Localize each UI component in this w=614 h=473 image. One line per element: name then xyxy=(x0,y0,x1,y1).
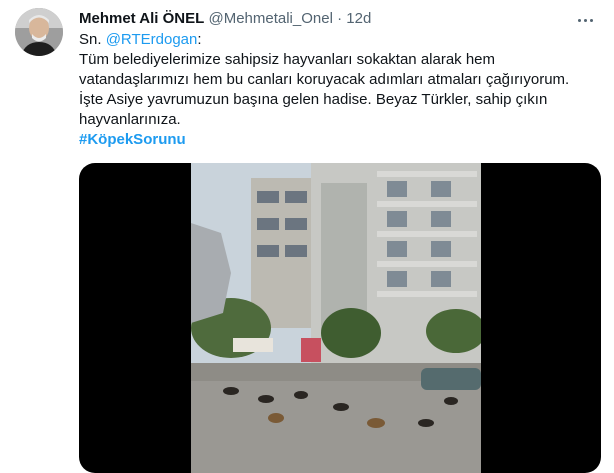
separator-dot: · xyxy=(337,10,343,27)
video-frame xyxy=(191,163,481,473)
hashtag-link[interactable]: #KöpekSorunu xyxy=(79,131,186,148)
author-handle[interactable]: @Mehmetali_Onel xyxy=(208,10,332,27)
avatar-image xyxy=(15,8,63,56)
hashtag-line: #KöpekSorunu xyxy=(79,130,599,150)
tweet-text: Sn. @RTErdogan: Tüm belediyelerimize sah… xyxy=(79,30,599,150)
tweet-header: Mehmet Ali ÖNEL @Mehmetali_Onel · 12d xyxy=(79,9,371,29)
timestamp[interactable]: 12d xyxy=(346,10,371,27)
mention-line: Sn. @RTErdogan: xyxy=(79,30,599,50)
mention-suffix: : xyxy=(197,31,202,48)
mention-link[interactable]: @RTErdogan xyxy=(106,31,198,48)
avatar[interactable] xyxy=(15,8,63,56)
more-horizontal-icon xyxy=(576,9,594,27)
text-line: İşte Asiye yavrumuzun başına gelen hadis… xyxy=(79,91,548,108)
author-name[interactable]: Mehmet Ali ÖNEL xyxy=(79,10,204,27)
mention-prefix: Sn. xyxy=(79,31,106,48)
text-line: Tüm belediyelerimize sahipsiz hayvanları… xyxy=(79,51,496,68)
text-line: vatandaşlarımızı hem bu canları koruyaca… xyxy=(79,71,570,88)
more-options-button[interactable] xyxy=(568,6,602,30)
video-player[interactable] xyxy=(79,163,601,473)
tweet-card[interactable]: Mehmet Ali ÖNEL @Mehmetali_Onel · 12d Sn… xyxy=(0,0,614,473)
text-line: hayvanlarınıza. xyxy=(79,111,181,128)
